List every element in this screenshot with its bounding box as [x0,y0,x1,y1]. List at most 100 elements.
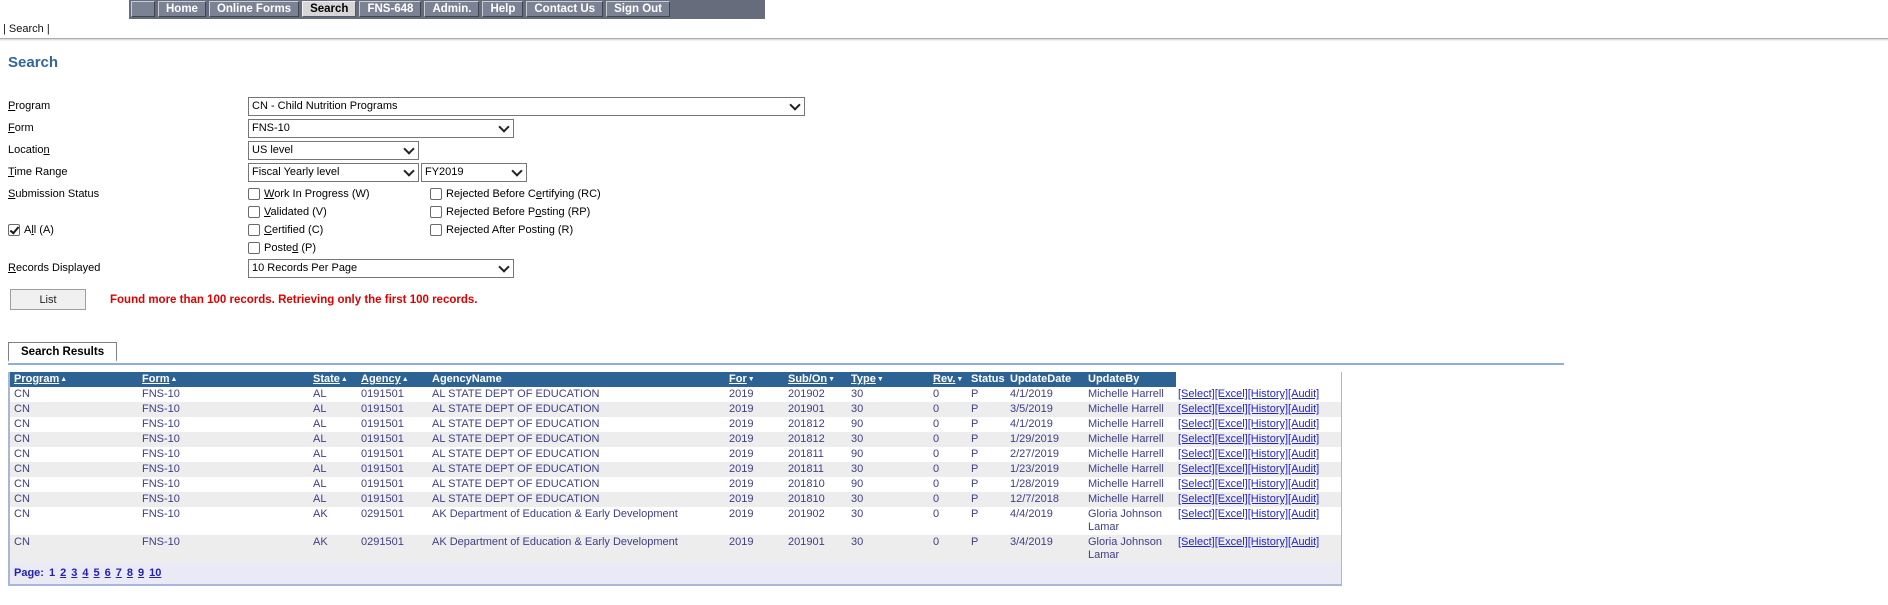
sort-desc-icon: ▼ [877,376,884,383]
action-history-link[interactable]: [History] [1248,493,1288,505]
column-header-agency[interactable]: Agency▲ [359,372,430,387]
action-audit-link[interactable]: [Audit] [1288,463,1319,475]
action-select-link[interactable]: [Select] [1178,433,1215,445]
time-range-year-value: FY2019 [425,166,507,178]
status-checkbox-rejected-after-posting[interactable]: Rejected After Posting (R) [430,221,601,239]
action-audit-link[interactable]: [Audit] [1288,448,1319,460]
action-select-link[interactable]: [Select] [1178,448,1215,460]
page-link-4[interactable]: 4 [82,567,88,579]
nav-item-sign-out[interactable]: Sign Out [606,1,670,17]
checkbox-icon [248,188,260,200]
records-displayed-select[interactable]: 10 Records Per Page [248,259,514,278]
action-excel-link[interactable]: [Excel] [1215,403,1248,415]
action-history-link[interactable]: [History] [1248,403,1288,415]
action-excel-link[interactable]: [Excel] [1215,433,1248,445]
row-actions: [Select][Excel][History][Audit] [1176,535,1341,563]
page-link-7[interactable]: 7 [116,567,122,579]
action-select-link[interactable]: [Select] [1178,478,1215,490]
action-select-link[interactable]: [Select] [1178,493,1215,505]
action-select-link[interactable]: [Select] [1178,403,1215,415]
action-history-link[interactable]: [History] [1248,463,1288,475]
action-excel-link[interactable]: [Excel] [1215,448,1248,460]
action-excel-link[interactable]: [Excel] [1215,388,1248,400]
action-excel-link[interactable]: [Excel] [1215,508,1248,520]
records-displayed-value: 10 Records Per Page [252,262,494,274]
status-checkbox-all[interactable]: All (A) [8,221,248,239]
column-header-for[interactable]: For▼ [727,372,786,387]
action-excel-link[interactable]: [Excel] [1215,418,1248,430]
nav-item-search[interactable]: Search [302,1,356,17]
action-history-link[interactable]: [History] [1248,508,1288,520]
action-select-link[interactable]: [Select] [1178,388,1215,400]
nav-item-admin[interactable]: Admin. [424,1,479,17]
status-checkbox-rejected-before-certifying[interactable]: Rejected Before Certifying (RC) [430,185,601,203]
action-select-link[interactable]: [Select] [1178,508,1215,520]
pagination-pages: 12345678910 [44,567,161,579]
status-checkbox-validated[interactable]: Validated (V) [248,203,430,221]
action-select-link[interactable]: [Select] [1178,418,1215,430]
nav-item-contact-us[interactable]: Contact Us [526,1,603,17]
program-select[interactable]: CN - Child Nutrition Programs [248,97,805,116]
dropdown-chevron-icon [498,261,509,272]
nav-spacer [131,1,155,17]
form-row-records-displayed: Records Displayed 10 Records Per Page [8,257,1888,279]
checkbox-checked-icon [8,224,20,236]
tab-search-results[interactable]: Search Results [8,342,117,362]
location-select[interactable]: US level [248,141,419,160]
action-excel-link[interactable]: [Excel] [1215,493,1248,505]
column-header-updatedate: UpdateDate [1008,372,1086,387]
column-header-form[interactable]: Form▲ [140,372,311,387]
action-audit-link[interactable]: [Audit] [1288,508,1319,520]
action-select-link[interactable]: [Select] [1178,536,1215,548]
action-audit-link[interactable]: [Audit] [1288,478,1319,490]
action-audit-link[interactable]: [Audit] [1288,536,1319,548]
action-select-link[interactable]: [Select] [1178,463,1215,475]
time-range-level-select[interactable]: Fiscal Yearly level [248,163,419,182]
column-header-rev[interactable]: Rev.▼ [931,372,969,387]
page-link-8[interactable]: 8 [127,567,133,579]
status-checkbox-certified[interactable]: Certified (C) [248,221,430,239]
action-history-link[interactable]: [History] [1248,418,1288,430]
action-excel-link[interactable]: [Excel] [1215,478,1248,490]
divider [0,38,1888,41]
page-link-5[interactable]: 5 [93,567,99,579]
action-audit-link[interactable]: [Audit] [1288,433,1319,445]
breadcrumb-text[interactable]: | Search | [3,23,50,35]
action-audit-link[interactable]: [Audit] [1288,403,1319,415]
form-select[interactable]: FNS-10 [248,119,514,138]
page-link-6[interactable]: 6 [105,567,111,579]
page-link-9[interactable]: 9 [138,567,144,579]
action-audit-link[interactable]: [Audit] [1288,388,1319,400]
action-excel-link[interactable]: [Excel] [1215,463,1248,475]
program-select-value: CN - Child Nutrition Programs [252,100,785,112]
sort-asc-icon: ▲ [60,376,67,383]
action-audit-link[interactable]: [Audit] [1288,493,1319,505]
search-results-section: Search Results Program▲Form▲State▲Agency… [8,340,1888,586]
page-link-10[interactable]: 10 [149,567,161,579]
nav-item-home[interactable]: Home [158,1,206,17]
status-checkbox-rejected-before-posting[interactable]: Rejected Before Posting (RP) [430,203,601,221]
dropdown-chevron-icon [498,121,509,132]
action-history-link[interactable]: [History] [1248,478,1288,490]
column-header-state[interactable]: State▲ [311,372,359,387]
nav-item-help[interactable]: Help [482,1,523,17]
page-link-2[interactable]: 2 [60,567,66,579]
action-history-link[interactable]: [History] [1248,433,1288,445]
action-history-link[interactable]: [History] [1248,448,1288,460]
status-checkbox-work-in-progress[interactable]: Work In Progress (W) [248,185,430,203]
action-audit-link[interactable]: [Audit] [1288,418,1319,430]
status-checkbox-posted[interactable]: Posted (P) [248,239,430,257]
action-history-link[interactable]: [History] [1248,536,1288,548]
action-history-link[interactable]: [History] [1248,388,1288,400]
sort-desc-icon: ▼ [828,376,835,383]
form-row-time-range: Time Range Fiscal Yearly level FY2019 [8,161,1888,183]
column-header-type[interactable]: Type▼ [849,372,931,387]
nav-item-fns-648[interactable]: FNS-648 [359,1,421,17]
column-header-sub-on[interactable]: Sub/On▼ [786,372,849,387]
page-link-3[interactable]: 3 [71,567,77,579]
list-button[interactable]: List [10,289,86,310]
action-excel-link[interactable]: [Excel] [1215,536,1248,548]
time-range-year-select[interactable]: FY2019 [421,163,527,182]
nav-item-online-forms[interactable]: Online Forms [209,1,299,17]
column-header-program[interactable]: Program▲ [10,372,140,387]
